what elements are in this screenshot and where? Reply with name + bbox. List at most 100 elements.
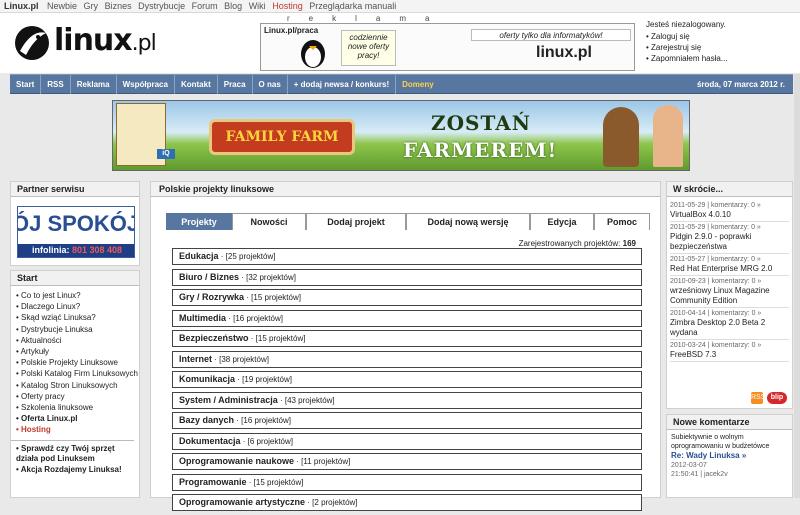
news-meta: 2010-09-23 | komentarzy: 0 » xyxy=(670,278,762,285)
start-link[interactable]: Aktualności xyxy=(16,335,139,346)
nav-rss[interactable]: RSS xyxy=(41,75,71,94)
news-heading: W skrócie... xyxy=(667,182,792,197)
start-link[interactable]: Dystrybucje Linuksa xyxy=(16,324,139,335)
start-link-oferta[interactable]: Oferta Linux.pl xyxy=(16,413,139,424)
news-meta: 2010-04-14 | komentarzy: 0 » xyxy=(670,310,762,317)
nav-o-nas[interactable]: O nas xyxy=(253,75,288,94)
category-row[interactable]: Oprogramowanie artystyczne · [2 projektó… xyxy=(172,494,642,511)
projects-tabs: Projekty Nowości Dodaj projekt Dodaj now… xyxy=(166,213,650,230)
news-title[interactable]: FreeBSD 7.3 xyxy=(670,350,789,360)
start-link[interactable]: Polskie Projekty Linuksowe xyxy=(16,357,139,368)
login-box: Jesteś niezalogowany. • Zaloguj się • Za… xyxy=(646,19,728,64)
top-link-blog[interactable]: Blog xyxy=(224,1,242,11)
banner-line-2: FARMEREM! xyxy=(403,138,558,162)
family-farm-banner-ad[interactable]: iQ FAMILY FARM ZOSTAŃ FARMEREM! xyxy=(112,100,690,171)
projects-count: Zarejestrowanych projektów: 169 xyxy=(518,239,636,248)
top-link-biznes[interactable]: Biznes xyxy=(105,1,132,11)
blip-icon[interactable]: blip xyxy=(767,392,787,404)
top-link-wiki[interactable]: Wiki xyxy=(249,1,266,11)
start-menu: Co to jest Linux? Dlaczego Linux? Skąd w… xyxy=(11,286,139,436)
start-link[interactable]: Skąd wziąć Linuksa? xyxy=(16,312,139,323)
giveaway-link[interactable]: • Akcja Rozdajemy Linuksa! xyxy=(16,465,139,476)
top-link-newbie[interactable]: Newbie xyxy=(47,1,77,11)
tab-dodaj-wersje[interactable]: Dodaj nową wersję xyxy=(406,213,530,230)
category-row[interactable]: Multimedia · [16 projektów] xyxy=(172,309,642,327)
start-link[interactable]: Co to jest Linux? xyxy=(16,290,139,301)
category-row[interactable]: Biuro / Biznes · [32 projektów] xyxy=(172,268,642,286)
news-title[interactable]: Red Hat Enterprise MRG 2.0 xyxy=(670,264,789,274)
start-link[interactable]: Dlaczego Linux? xyxy=(16,301,139,312)
nav-reklama[interactable]: Reklama xyxy=(71,75,117,94)
logo-main: linux xyxy=(54,23,133,58)
start-link-hosting[interactable]: Hosting xyxy=(16,424,139,435)
news-item[interactable]: 2010-03-24 | komentarzy: 0 » FreeBSD 7.3 xyxy=(670,340,789,362)
comment-item[interactable]: Subiektywnie o wolnym oprogramowaniu w b… xyxy=(667,430,792,482)
news-meta: 2011-05-29 | komentarzy: 0 » xyxy=(670,202,761,209)
top-link-manuale[interactable]: Przeglądarka manuali xyxy=(309,1,396,11)
job-banner-bubble: codziennie nowe oferty pracy! xyxy=(341,30,396,66)
news-item[interactable]: 2011-05-27 | komentarzy: 0 » Red Hat Ente… xyxy=(670,254,789,276)
news-meta: 2011-05-29 | komentarzy: 0 » xyxy=(670,224,761,231)
tab-dodaj-projekt[interactable]: Dodaj projekt xyxy=(306,213,406,230)
category-row[interactable]: Komunikacja · [19 projektów] xyxy=(172,371,642,388)
start-panel: Start Co to jest Linux? Dlaczego Linux? … xyxy=(10,270,140,498)
projects-heading: Polskie projekty linuksowe xyxy=(151,182,660,197)
comment-article[interactable]: Subiektywnie o wolnym oprogramowaniu w b… xyxy=(671,433,788,451)
news-title[interactable]: Pidgin 2.9.0 - poprawki bezpieczeństwa xyxy=(670,232,789,252)
site-logo[interactable]: linux.pl xyxy=(12,21,182,65)
tab-nowosci[interactable]: Nowości xyxy=(232,213,306,230)
category-row[interactable]: Programowanie · [15 projektów] xyxy=(172,473,642,491)
tab-pomoc[interactable]: Pomoc xyxy=(594,213,650,230)
nav-dodaj-newsa[interactable]: + dodaj newsa / konkurs! xyxy=(288,75,397,94)
comment-reply-link[interactable]: Re: Wady Linuksa » xyxy=(671,451,788,461)
news-item[interactable]: 2011-05-29 | komentarzy: 0 » Pidgin 2.9.0… xyxy=(670,222,789,254)
start-link[interactable]: Artykuły xyxy=(16,346,139,357)
nav-start[interactable]: Start xyxy=(10,75,42,94)
category-list: Edukacja · [25 projektów] Biuro / Biznes… xyxy=(172,248,642,515)
category-row[interactable]: Bazy danych · [16 projektów] xyxy=(172,412,642,429)
start-separator xyxy=(11,439,134,441)
nav-wspolpraca[interactable]: Współpraca xyxy=(117,75,175,94)
start-heading: Start xyxy=(11,271,139,286)
scrollbar[interactable] xyxy=(794,74,800,498)
partner-ad-text: ÓJ SPOKÓJ xyxy=(17,211,135,236)
start-extra: • Sprawdź czy Twój sprzęt działa pod Lin… xyxy=(11,444,139,476)
category-row[interactable]: System / Administracja · [43 projektów] xyxy=(172,391,642,409)
hardware-check-link[interactable]: • Sprawdź czy Twój sprzęt działa pod Lin… xyxy=(16,444,139,465)
news-meta: 2010-03-24 | komentarzy: 0 » xyxy=(670,342,762,349)
start-link[interactable]: Oferty pracy xyxy=(16,391,139,402)
category-row[interactable]: Dokumentacja · [6 projektów] xyxy=(172,432,642,450)
start-link[interactable]: Szkolenia linuksowe xyxy=(16,402,139,413)
news-title[interactable]: VirtualBox 4.0.10 xyxy=(670,210,789,220)
nav-kontakt[interactable]: Kontakt xyxy=(175,75,218,94)
job-banner-ad[interactable]: Linux.pl/praca codziennie nowe oferty pr… xyxy=(260,23,635,71)
news-item[interactable]: 2010-09-23 | komentarzy: 0 » wrześniowy L… xyxy=(670,276,789,308)
partner-ad[interactable]: ÓJ SPOKÓJ infolinia: 801 308 408 xyxy=(17,206,135,258)
nav-praca[interactable]: Praca xyxy=(218,75,253,94)
news-title[interactable]: wrześniowy Linux Magazine Community Edit… xyxy=(670,286,789,306)
header: linux.pl reklama Linux.pl/praca codzienn… xyxy=(0,13,800,73)
rss-icon[interactable]: RSS xyxy=(751,392,765,404)
news-title[interactable]: Zimbra Desktop 2.0 Beta 2 wydana xyxy=(670,318,789,338)
start-link[interactable]: Katalog Stron Linuksowych xyxy=(16,380,139,391)
top-link-forum[interactable]: Forum xyxy=(192,1,218,11)
job-banner-tag: oferty tylko dla informatyków! xyxy=(471,29,631,41)
nav-domeny[interactable]: Domeny xyxy=(396,75,440,94)
top-link-gry[interactable]: Gry xyxy=(84,1,99,11)
tab-projekty[interactable]: Projekty xyxy=(166,213,232,230)
category-row[interactable]: Oprogramowanie naukowe · [11 projektów] xyxy=(172,453,642,470)
start-link[interactable]: Polski Katalog Firm Linuksowych xyxy=(16,368,139,379)
forgot-password-link[interactable]: • Zapomniałem hasła... xyxy=(646,53,728,64)
category-row[interactable]: Bezpieczeństwo · [15 projektów] xyxy=(172,330,642,347)
category-row[interactable]: Internet · [38 projektów] xyxy=(172,350,642,368)
category-row[interactable]: Edukacja · [25 projektów] xyxy=(172,248,642,265)
news-item[interactable]: 2011-05-29 | komentarzy: 0 » VirtualBox 4… xyxy=(670,200,789,222)
category-row[interactable]: Gry / Rozrywka · [15 projektów] xyxy=(172,289,642,306)
login-link[interactable]: • Zaloguj się xyxy=(646,31,728,42)
tab-edycja[interactable]: Edycja xyxy=(530,213,594,230)
top-link-dystrybucje[interactable]: Dystrybucje xyxy=(138,1,185,11)
news-item[interactable]: 2010-04-14 | komentarzy: 0 » Zimbra Deskt… xyxy=(670,308,789,340)
register-link[interactable]: • Zarejestruj się xyxy=(646,42,728,53)
top-link-hosting[interactable]: Hosting xyxy=(272,1,303,11)
top-bar-site[interactable]: Linux.pl xyxy=(4,1,39,11)
